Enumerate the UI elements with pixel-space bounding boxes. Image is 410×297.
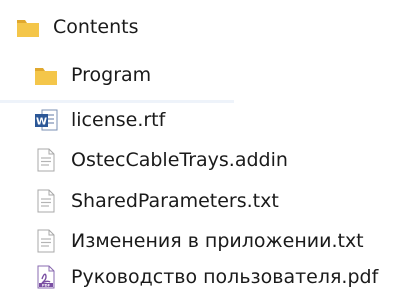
- folder-icon: [33, 62, 59, 88]
- word-document-icon: W: [33, 107, 59, 133]
- tree-item-program[interactable]: Program: [33, 58, 151, 92]
- text-file-icon: [33, 188, 59, 214]
- text-file-icon: [33, 228, 59, 254]
- tree-item-license-rtf[interactable]: W license.rtf: [33, 103, 165, 137]
- svg-text:PDF: PDF: [42, 283, 51, 287]
- svg-text:W: W: [36, 117, 47, 128]
- tree-item-contents[interactable]: Contents: [15, 10, 138, 44]
- tree-item-label: Руководство пользователя.pdf: [71, 266, 379, 288]
- tree-item-ostec-addin[interactable]: OstecCableTrays.addin: [33, 143, 288, 177]
- tree-item-label: Contents: [53, 16, 139, 38]
- tree-item-user-guide-pdf[interactable]: PDF Руководство пользователя.pdf: [33, 260, 378, 294]
- pdf-file-icon: PDF: [33, 264, 59, 290]
- tree-item-label: OstecCableTrays.addin: [71, 149, 288, 171]
- tree-item-shared-parameters[interactable]: SharedParameters.txt: [33, 184, 279, 218]
- folder-icon: [15, 14, 41, 40]
- tree-item-label: license.rtf: [71, 109, 166, 131]
- tree-item-changelog[interactable]: Изменения в приложении.txt: [33, 224, 364, 258]
- text-file-icon: [33, 147, 59, 173]
- tree-item-label: Program: [71, 64, 152, 86]
- tree-item-label: Изменения в приложении.txt: [71, 230, 364, 252]
- tree-item-label: SharedParameters.txt: [71, 190, 279, 212]
